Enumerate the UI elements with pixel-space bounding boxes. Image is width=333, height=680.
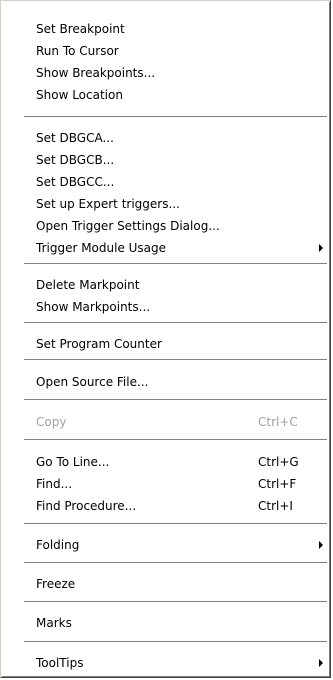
menu-item-label: Open Source File... — [36, 375, 149, 389]
menu-separator — [24, 263, 327, 265]
menu-item-set-dbgcc[interactable]: Set DBGCC... — [3, 171, 328, 193]
menu-item-show-markpoints[interactable]: Show Markpoints... — [3, 296, 328, 318]
menu-item-label: Set up Expert triggers... — [36, 197, 180, 211]
menu-separator — [24, 562, 327, 564]
menu-item-go-to-line[interactable]: Go To Line... Ctrl+G — [3, 451, 328, 473]
menu-item-set-dbgcb[interactable]: Set DBGCB... — [3, 149, 328, 171]
menu-item-label: Freeze — [36, 577, 76, 591]
menu-item-label: Open Trigger Settings Dialog... — [36, 219, 220, 233]
menu-separator — [24, 641, 327, 643]
menu-item-label: Find Procedure... — [36, 499, 137, 513]
menu-item-run-to-cursor[interactable]: Run To Cursor — [3, 40, 328, 62]
menu-item-label: Go To Line... — [36, 455, 110, 469]
menu-item-shortcut: Ctrl+C — [258, 415, 298, 429]
menu-item-label: Find... — [36, 477, 73, 491]
menu-separator — [24, 523, 327, 525]
menu-item-set-dbgca[interactable]: Set DBGCA... — [3, 127, 328, 149]
menu-item-label: Set DBGCA... — [36, 131, 114, 145]
menu-item-set-program-counter[interactable]: Set Program Counter — [3, 333, 328, 355]
submenu-arrow-icon — [319, 541, 323, 549]
submenu-arrow-icon — [319, 659, 323, 667]
menu-separator — [24, 399, 327, 401]
menu-item-folding[interactable]: Folding — [3, 534, 328, 556]
menu-item-label: Trigger Module Usage — [36, 241, 167, 255]
menu-item-label: Marks — [36, 616, 72, 630]
menu-item-open-trigger-settings-dialog[interactable]: Open Trigger Settings Dialog... — [3, 215, 328, 237]
menu-item-shortcut: Ctrl+I — [258, 499, 293, 513]
menu-separator — [24, 116, 327, 118]
menu-item-copy: Copy Ctrl+C — [3, 411, 328, 433]
menu-item-label: Show Markpoints... — [36, 300, 151, 314]
menu-item-label: Folding — [36, 538, 80, 552]
menu-item-marks[interactable]: Marks — [3, 612, 328, 634]
menu-item-delete-markpoint[interactable]: Delete Markpoint — [3, 274, 328, 296]
submenu-arrow-icon — [319, 244, 323, 252]
menu-item-show-breakpoints[interactable]: Show Breakpoints... — [3, 62, 328, 84]
menu-separator — [24, 322, 327, 324]
menu-item-label: Show Location — [36, 88, 123, 102]
menu-item-open-source-file[interactable]: Open Source File... — [3, 371, 328, 393]
menu-item-label: Delete Markpoint — [36, 278, 140, 292]
menu-item-find[interactable]: Find... Ctrl+F — [3, 473, 328, 495]
menu-item-freeze[interactable]: Freeze — [3, 573, 328, 595]
menu-item-set-up-expert-triggers[interactable]: Set up Expert triggers... — [3, 193, 328, 215]
menu-item-set-breakpoint[interactable]: Set Breakpoint — [3, 18, 328, 40]
menu-item-show-location[interactable]: Show Location — [3, 84, 328, 106]
menu-item-trigger-module-usage[interactable]: Trigger Module Usage — [3, 237, 328, 259]
menu-separator — [24, 359, 327, 361]
menu-separator — [24, 439, 327, 441]
menu-item-shortcut: Ctrl+G — [258, 455, 299, 469]
menu-item-shortcut: Ctrl+F — [258, 477, 297, 491]
menu-item-label: ToolTips — [36, 656, 84, 670]
context-menu: Set Breakpoint Run To Cursor Show Breakp… — [0, 0, 331, 678]
menu-item-label: Copy — [36, 415, 67, 429]
menu-item-tooltips[interactable]: ToolTips — [3, 652, 328, 674]
menu-item-find-procedure[interactable]: Find Procedure... Ctrl+I — [3, 495, 328, 517]
menu-item-label: Set Program Counter — [36, 337, 162, 351]
menu-item-label: Set Breakpoint — [36, 22, 125, 36]
menu-item-label: Run To Cursor — [36, 44, 119, 58]
menu-item-label: Set DBGCC... — [36, 175, 115, 189]
menu-item-label: Set DBGCB... — [36, 153, 115, 167]
menu-item-label: Show Breakpoints... — [36, 66, 156, 80]
menu-separator — [24, 601, 327, 603]
